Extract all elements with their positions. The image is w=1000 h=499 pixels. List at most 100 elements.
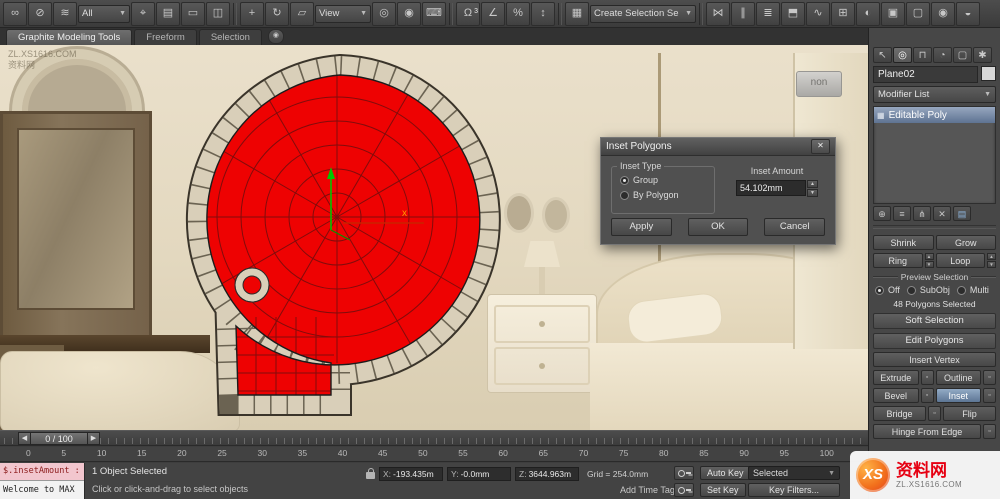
current-frame-indicator[interactable]: 0 / 100 (31, 432, 87, 445)
ribbon-minimize-button[interactable]: ◉ (267, 29, 284, 44)
hierarchy-tab[interactable]: ⊓ (913, 47, 932, 63)
stack-item-editable-poly[interactable]: ▦ Editable Poly (874, 107, 995, 123)
spinner-up-icon[interactable]: ▲ (987, 253, 996, 260)
rectangular-selection-region-icon[interactable]: ▭ (181, 1, 205, 26)
loop-button[interactable]: Loop (935, 253, 985, 268)
tab-freeform[interactable]: Freeform (134, 29, 197, 45)
bridge-button[interactable]: Bridge (873, 406, 926, 421)
schematic-view-icon[interactable]: ⊞ (831, 1, 855, 26)
modifier-stack[interactable]: ▦ Editable Poly (873, 106, 996, 204)
select-object-icon[interactable]: ⌖ (131, 1, 155, 26)
flip-button[interactable]: Flip (943, 406, 996, 421)
render-iterative-icon[interactable]: ◒ (956, 1, 980, 26)
curve-editor-icon[interactable]: ∿ (806, 1, 830, 26)
spinner-up-icon[interactable]: ▲ (924, 253, 934, 260)
inset-button[interactable]: Inset (935, 388, 981, 403)
render-setup-icon[interactable]: ▣ (881, 1, 905, 26)
rendered-frame-window-icon[interactable]: ▢ (906, 1, 930, 26)
modifier-list-dropdown[interactable]: Modifier List ▼ (873, 86, 996, 103)
edit-named-selection-sets-icon[interactable]: ▦ (565, 1, 589, 26)
auto-key-button[interactable]: Auto Key (700, 466, 751, 480)
viewcube[interactable]: non (796, 71, 842, 97)
outline-settings-button[interactable]: ▫ (983, 370, 996, 385)
dialog-close-button[interactable]: ✕ (811, 139, 830, 154)
time-slider-handle[interactable]: ◀ 0 / 100 ▶ (18, 432, 100, 445)
tab-selection[interactable]: Selection (198, 29, 262, 45)
set-key-mode-icon-button[interactable] (674, 483, 694, 497)
object-name-field[interactable]: Plane02 (873, 66, 978, 83)
select-and-rotate-icon[interactable]: ↻ (265, 1, 289, 26)
edit-polygons-rollout[interactable]: Edit Polygons (873, 333, 996, 349)
tab-graphite-modeling-tools[interactable]: Graphite Modeling Tools (6, 29, 133, 45)
unlink-selection-icon[interactable]: ⊘ (28, 1, 52, 26)
select-and-manipulate-icon[interactable]: ◉ (397, 1, 421, 26)
reference-coordinate-dropdown[interactable]: View ▼ (315, 4, 371, 23)
cancel-button[interactable]: Cancel (764, 218, 826, 236)
extrude-settings-button[interactable]: ▫ (920, 370, 934, 385)
x-coordinate-field[interactable]: X: -193.435m (379, 467, 443, 481)
inset-type-group-radio[interactable]: Group (620, 175, 679, 185)
ring-button[interactable]: Ring (873, 253, 923, 268)
spinner-down-icon[interactable]: ▼ (924, 261, 934, 268)
window-crossing-icon[interactable]: ◫ (206, 1, 230, 26)
object-color-swatch[interactable] (981, 66, 996, 81)
pin-stack-icon[interactable]: ⊕ (873, 206, 891, 221)
apply-button[interactable]: Apply (611, 218, 672, 236)
bevel-button[interactable]: Bevel (873, 388, 919, 403)
z-coordinate-field[interactable]: Z: 3644.963m (515, 467, 579, 481)
use-pivot-center-icon[interactable]: ◎ (372, 1, 396, 26)
graphite-modeling-toggle-icon[interactable]: ⬒ (781, 1, 805, 26)
dialog-titlebar[interactable]: Inset Polygons ✕ (601, 138, 835, 156)
mirror-icon[interactable]: ⋈ (706, 1, 730, 26)
maxscript-listener-pane[interactable]: Welcome to MAX (0, 481, 84, 499)
spinner-down-icon[interactable]: ▼ (987, 261, 996, 268)
snaps-toggle-icon[interactable]: Ω3 (456, 1, 480, 26)
select-by-name-icon[interactable]: ▤ (156, 1, 180, 26)
inset-amount-spinner[interactable]: ▲ ▼ (807, 180, 818, 197)
select-and-link-icon[interactable]: ∞ (3, 1, 27, 26)
preview-selection-off-radio[interactable]: Off (875, 285, 900, 295)
insert-vertex-button[interactable]: Insert Vertex (873, 352, 996, 367)
shrink-button[interactable]: Shrink (873, 235, 934, 250)
hinge-from-edge-button[interactable]: Hinge From Edge (873, 424, 981, 439)
spinner-snap-icon[interactable]: ↕ (531, 1, 555, 26)
hinge-from-edge-settings-button[interactable]: ▫ (983, 424, 996, 439)
select-and-move-icon[interactable]: + (240, 1, 264, 26)
material-editor-icon[interactable]: ◐ (856, 1, 880, 26)
ring-spinner[interactable]: ▲ ▼ (924, 253, 934, 268)
select-and-scale-icon[interactable]: ▱ (290, 1, 314, 26)
time-slider-ruler[interactable]: ◀ 0 / 100 ▶ (0, 430, 868, 446)
remove-modifier-icon[interactable]: ✕ (933, 206, 951, 221)
preview-selection-subobj-radio[interactable]: SubObj (906, 285, 950, 295)
key-filters-button[interactable]: Key Filters... (748, 483, 840, 497)
ok-button[interactable]: OK (687, 218, 749, 236)
macro-recorder-pane[interactable]: $.insetAmount : (0, 463, 84, 481)
selection-filter-dropdown[interactable]: All ▼ (78, 4, 130, 23)
track-bar[interactable]: 0 5 10 15 20 25 30 35 40 45 50 55 60 65 70 75 80 85 90 95 10… (0, 447, 868, 462)
motion-tab[interactable]: ◔ (933, 47, 952, 63)
next-frame-button[interactable]: ▶ (87, 432, 100, 445)
inset-settings-button[interactable]: ▫ (983, 388, 996, 403)
bridge-settings-button[interactable]: ▫ (928, 406, 941, 421)
display-tab[interactable]: ▢ (953, 47, 972, 63)
modify-tab[interactable]: ◎ (893, 47, 912, 63)
render-production-icon[interactable]: ◉ (931, 1, 955, 26)
percent-snap-icon[interactable]: % (506, 1, 530, 26)
outline-button[interactable]: Outline (935, 370, 981, 385)
spinner-down-icon[interactable]: ▼ (807, 189, 818, 197)
grow-button[interactable]: Grow (935, 235, 996, 250)
set-keys-icon-button[interactable] (674, 466, 694, 480)
preview-selection-multi-radio[interactable]: Multi (956, 285, 989, 295)
make-unique-icon[interactable]: ⋔ (913, 206, 931, 221)
angle-snap-icon[interactable]: ∠ (481, 1, 505, 26)
viewport[interactable]: ZL.XS1616.COM 资料网 non x Inset Polygons ✕… (0, 45, 869, 430)
bind-to-space-warp-icon[interactable]: ≋ (53, 1, 77, 26)
create-tab[interactable]: ↖ (873, 47, 892, 63)
spinner-up-icon[interactable]: ▲ (807, 180, 818, 188)
align-icon[interactable]: ∥ (731, 1, 755, 26)
add-time-tag[interactable]: Add Time Tag (620, 485, 675, 495)
extrude-button[interactable]: Extrude (873, 370, 919, 385)
show-end-result-icon[interactable]: ≡ (893, 206, 911, 221)
inset-amount-input[interactable]: 54.102mm (736, 180, 806, 196)
keyboard-shortcut-override-icon[interactable]: ⌨ (422, 1, 446, 26)
